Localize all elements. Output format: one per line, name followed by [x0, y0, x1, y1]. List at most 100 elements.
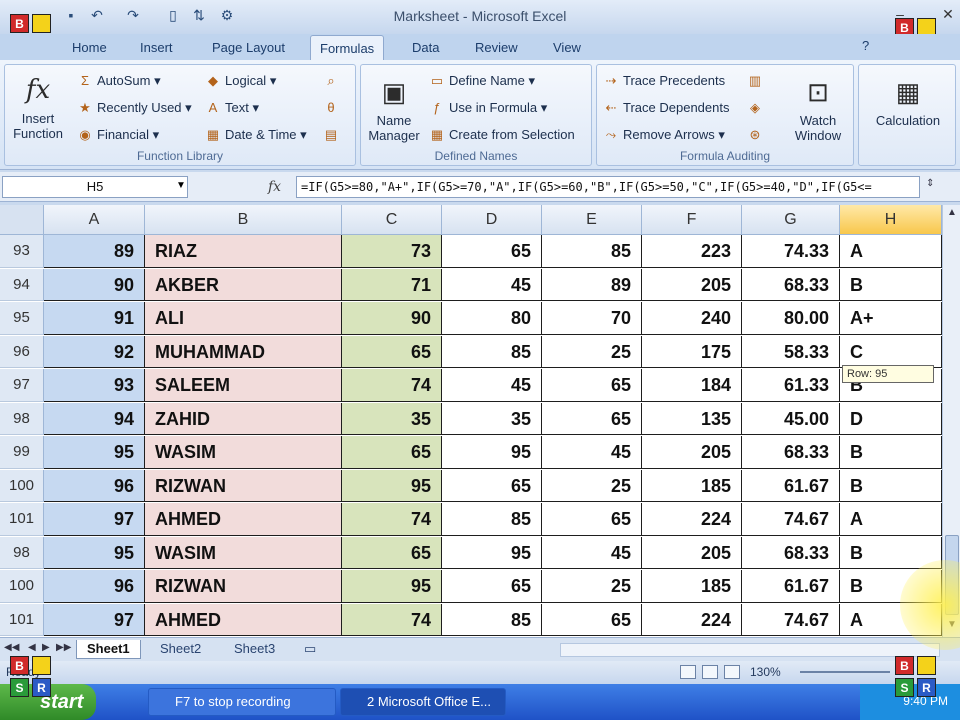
cell-g[interactable]: 74.67	[742, 603, 840, 637]
create-from-selection-button[interactable]: ▦ Create from Selection	[429, 127, 575, 143]
cell-b[interactable]: AHMED	[145, 603, 342, 637]
row-header[interactable]: 93	[0, 235, 44, 268]
cell-a[interactable]: 97	[44, 503, 145, 536]
tab-insert[interactable]: Insert	[140, 40, 173, 55]
expand-formula-bar-icon[interactable]: ⇕	[926, 178, 934, 189]
cell-e[interactable]: 65	[542, 369, 642, 402]
tab-page-layout[interactable]: Page Layout	[212, 40, 285, 55]
cell-f[interactable]: 185	[642, 570, 742, 603]
cell-e[interactable]: 65	[542, 603, 642, 637]
cell-e[interactable]: 45	[542, 436, 642, 469]
cell-g[interactable]: 80.00	[742, 302, 840, 335]
close-icon[interactable]: ✕	[936, 6, 960, 24]
column-header-c[interactable]: C	[342, 205, 442, 235]
calculation-button[interactable]: ▦ Calculation	[863, 75, 953, 128]
cell-c[interactable]: 65	[342, 536, 442, 570]
watch-window-button[interactable]: ⊡ Watch Window	[785, 75, 851, 143]
column-header-d[interactable]: D	[442, 205, 542, 235]
cell-c[interactable]: 71	[342, 268, 442, 302]
math-trig-button[interactable]: θ	[323, 100, 343, 115]
cell-a[interactable]: 89	[44, 235, 145, 268]
row-header[interactable]: 94	[0, 268, 44, 302]
remove-arrows-button[interactable]: ⤳ Remove Arrows ▾	[603, 127, 725, 143]
cell-a[interactable]: 92	[44, 335, 145, 369]
normal-view-icon[interactable]	[680, 665, 696, 679]
cell-a[interactable]: 93	[44, 369, 145, 402]
cell-c[interactable]: 95	[342, 570, 442, 603]
cell-a[interactable]: 90	[44, 268, 145, 302]
cell-h[interactable]: A+	[840, 302, 942, 335]
evaluate-formula-button[interactable]: ⊛	[747, 127, 767, 143]
cell-f[interactable]: 205	[642, 536, 742, 570]
cell-h[interactable]: A	[840, 603, 942, 637]
column-header-a[interactable]: A	[44, 205, 145, 235]
name-box-dropdown-icon[interactable]: ▼	[176, 180, 186, 191]
cell-a[interactable]: 97	[44, 603, 145, 637]
cell-g[interactable]: 74.33	[742, 235, 840, 268]
cell-h[interactable]: B	[840, 469, 942, 503]
row-header[interactable]: 97	[0, 369, 44, 402]
cell-h[interactable]: B	[840, 436, 942, 469]
cell-f[interactable]: 224	[642, 503, 742, 536]
cell-a[interactable]: 95	[44, 536, 145, 570]
cell-b[interactable]: MUHAMMAD	[145, 335, 342, 369]
row-header[interactable]: 96	[0, 335, 44, 369]
row-header[interactable]: 98	[0, 402, 44, 436]
cell-d[interactable]: 65	[442, 469, 542, 503]
cell-d[interactable]: 65	[442, 235, 542, 268]
prev-sheet-icon[interactable]: ◀	[28, 642, 36, 653]
help-icon[interactable]: ?	[862, 38, 869, 53]
cell-b[interactable]: ALI	[145, 302, 342, 335]
cell-c[interactable]: 65	[342, 335, 442, 369]
cell-h[interactable]: B	[840, 536, 942, 570]
taskbar-excel[interactable]: 2 Microsoft Office E...	[340, 688, 506, 716]
next-sheet-icon[interactable]: ▶	[42, 642, 50, 653]
cell-f[interactable]: 175	[642, 335, 742, 369]
tab-home[interactable]: Home	[72, 40, 107, 55]
cell-g[interactable]: 61.67	[742, 469, 840, 503]
show-formulas-button[interactable]: ▥	[747, 73, 767, 89]
cell-a[interactable]: 96	[44, 570, 145, 603]
cell-h[interactable]: B	[840, 570, 942, 603]
cell-b[interactable]: AHMED	[145, 503, 342, 536]
cell-h[interactable]: C	[840, 335, 942, 369]
first-sheet-icon[interactable]: ◀◀	[4, 642, 19, 653]
cell-e[interactable]: 25	[542, 469, 642, 503]
column-header-f[interactable]: F	[642, 205, 742, 235]
sheet-tab-2[interactable]: Sheet2	[150, 640, 211, 659]
cell-a[interactable]: 91	[44, 302, 145, 335]
scroll-thumb[interactable]	[945, 535, 959, 615]
cell-d[interactable]: 45	[442, 369, 542, 402]
cell-e[interactable]: 89	[542, 268, 642, 302]
row-header[interactable]: 100	[0, 469, 44, 503]
cell-b[interactable]: RIAZ	[145, 235, 342, 268]
cell-g[interactable]: 68.33	[742, 436, 840, 469]
cell-d[interactable]: 65	[442, 570, 542, 603]
cell-h[interactable]: A	[840, 235, 942, 268]
define-name-button[interactable]: ▭ Define Name ▾	[429, 73, 535, 89]
row-header[interactable]: 100	[0, 570, 44, 603]
cell-f[interactable]: 205	[642, 436, 742, 469]
lookup-reference-button[interactable]: ⌕	[323, 73, 343, 89]
cell-c[interactable]: 90	[342, 302, 442, 335]
column-header-b[interactable]: B	[145, 205, 342, 235]
cell-b[interactable]: WASIM	[145, 436, 342, 469]
use-in-formula-button[interactable]: ƒ Use in Formula ▾	[429, 100, 547, 116]
name-box[interactable]: H5	[2, 176, 188, 198]
sheet-tab-3[interactable]: Sheet3	[224, 640, 285, 659]
financial-button[interactable]: ◉ Financial ▾	[77, 127, 159, 143]
recently-used-button[interactable]: ★ Recently Used ▾	[77, 100, 192, 116]
logical-button[interactable]: ◆ Logical ▾	[205, 73, 276, 89]
cell-b[interactable]: WASIM	[145, 536, 342, 570]
cell-d[interactable]: 85	[442, 603, 542, 637]
trace-precedents-button[interactable]: ⇢ Trace Precedents	[603, 73, 726, 89]
formula-input[interactable]: =IF(G5>=80,"A+",IF(G5>=70,"A",IF(G5>=60,…	[296, 176, 920, 198]
cell-b[interactable]: RIZWAN	[145, 570, 342, 603]
taskbar-recorder[interactable]: F7 to stop recording	[148, 688, 336, 716]
page-layout-view-icon[interactable]	[702, 665, 718, 679]
cell-g[interactable]: 61.33	[742, 369, 840, 402]
last-sheet-icon[interactable]: ▶▶	[56, 642, 71, 653]
page-break-view-icon[interactable]	[724, 665, 740, 679]
autosum-button[interactable]: Σ AutoSum ▾	[77, 73, 161, 89]
cell-a[interactable]: 95	[44, 436, 145, 469]
